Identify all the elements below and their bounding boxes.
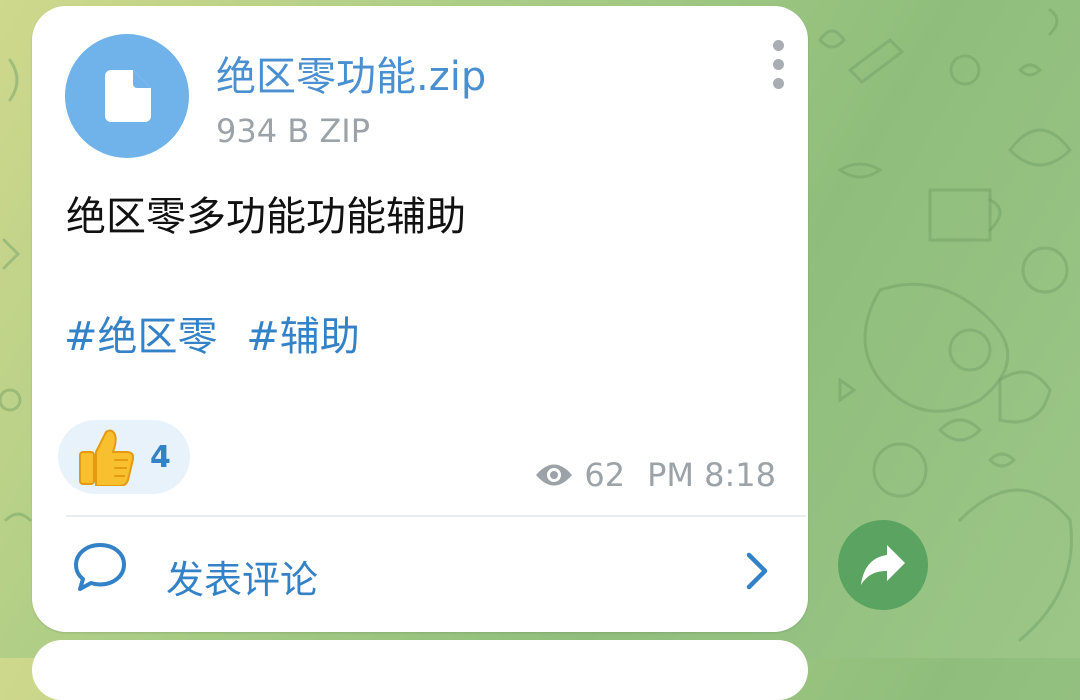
message-time: PM 8:18 [647,456,776,494]
file-icon [105,70,151,122]
hashtag-link[interactable]: #绝区零 [64,314,218,360]
more-options-icon[interactable] [766,40,792,90]
eye-icon [536,464,573,486]
message-caption: 绝区零多功能功能辅助 [66,194,466,240]
file-name[interactable]: 绝区零功能.zip [216,44,486,102]
reaction-chip[interactable]: 4 [58,420,190,494]
hashtag-list: #绝区零 #辅助 [64,304,376,362]
share-button[interactable] [838,520,928,610]
share-arrow-icon [861,545,905,585]
file-download-button[interactable] [65,34,189,158]
next-message-bubble [32,640,808,700]
chevron-right-icon [746,552,768,590]
thumbs-up-icon [79,429,134,486]
comments-label: 发表评论 [166,558,319,602]
comments-button[interactable]: 发表评论 [32,517,808,632]
message-meta: 62 PM 8:18 [534,456,776,494]
view-count: 62 [584,456,626,494]
file-meta: 934 B ZIP [216,112,371,150]
reaction-count: 4 [150,440,171,475]
comment-icon [74,543,126,591]
hashtag-link[interactable]: #辅助 [246,314,360,360]
message-bubble: 绝区零功能.zip 934 B ZIP 绝区零多功能功能辅助 #绝区零 #辅助 … [32,6,808,632]
